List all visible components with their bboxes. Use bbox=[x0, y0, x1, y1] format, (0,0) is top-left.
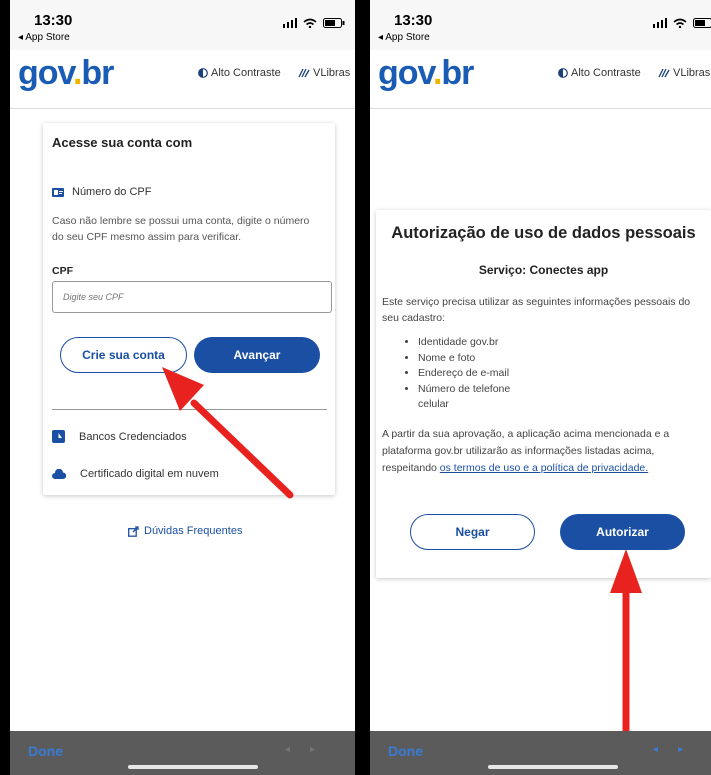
app-header: gov.br Alto Contraste VLibras bbox=[370, 50, 711, 109]
wifi-icon bbox=[303, 18, 317, 28]
cpf-help-text: Caso não lembre se possui uma conta, dig… bbox=[52, 215, 310, 243]
authorization-card: Autorização de uso de dados pessoais Ser… bbox=[376, 210, 711, 578]
high-contrast-toggle[interactable]: Alto Contraste bbox=[558, 67, 641, 79]
status-bar: 13:30 ◂ App Store bbox=[10, 0, 355, 50]
app-header: gov.br Alto Contraste VLibras bbox=[10, 50, 355, 109]
hand-icon bbox=[298, 68, 310, 78]
data-items-list: Identidade gov.br Nome e foto Endereço d… bbox=[398, 335, 558, 413]
status-time: 13:30 bbox=[34, 12, 73, 29]
vlibras-label: VLibras bbox=[313, 67, 351, 79]
home-indicator bbox=[488, 765, 618, 769]
nav-arrows[interactable]: ◂▸ bbox=[653, 744, 703, 755]
contrast-label: Alto Contraste bbox=[571, 67, 641, 79]
red-arrow-annotation bbox=[162, 367, 294, 499]
keyboard-toolbar: Done ◂▸ bbox=[370, 731, 711, 775]
list-item: Endereço de e-mail bbox=[418, 366, 558, 382]
phone-screen-login: 13:30 ◂ App Store gov.br Alto Contraste … bbox=[10, 0, 355, 775]
cloud-icon bbox=[52, 469, 66, 479]
login-content: Acesse sua conta com Número do CPF Caso … bbox=[10, 109, 355, 731]
authorize-button[interactable]: Autorizar bbox=[560, 514, 685, 550]
privacy-terms-link[interactable]: os termos de uso e a política de privaci… bbox=[440, 462, 648, 474]
signal-icon bbox=[653, 18, 667, 28]
battery-icon bbox=[693, 18, 711, 28]
list-item: Identidade gov.br bbox=[418, 335, 558, 351]
high-contrast-toggle[interactable]: Alto Contraste bbox=[198, 67, 281, 79]
gov-br-logo: gov.br bbox=[378, 54, 474, 92]
contrast-icon bbox=[198, 68, 208, 78]
intro-text: Este serviço precisa utilizar as seguint… bbox=[382, 296, 691, 324]
home-indicator bbox=[128, 765, 258, 769]
list-item: Número de telefone celular bbox=[418, 382, 518, 413]
vlibras-toggle[interactable]: VLibras bbox=[298, 67, 350, 79]
cpf-input[interactable] bbox=[52, 281, 332, 313]
done-button[interactable]: Done bbox=[388, 743, 423, 759]
gov-br-logo: gov.br bbox=[18, 54, 114, 92]
hand-icon bbox=[658, 68, 670, 78]
bank-icon bbox=[52, 430, 65, 443]
contrast-icon bbox=[558, 68, 568, 78]
cpf-option-label: Número do CPF bbox=[72, 186, 152, 198]
approval-text: A partir da sua aprovação, a aplicação a… bbox=[382, 428, 670, 474]
status-bar: 13:30 ◂ App Store bbox=[370, 0, 711, 50]
contrast-label: Alto Contraste bbox=[211, 67, 281, 79]
nav-arrows[interactable]: ◂▸ bbox=[285, 744, 335, 755]
vlibras-toggle[interactable]: VLibras bbox=[658, 67, 710, 79]
done-button[interactable]: Done bbox=[28, 743, 63, 759]
authorization-title: Autorização de uso de dados pessoais bbox=[391, 224, 696, 242]
list-item: Nome e foto bbox=[418, 351, 558, 367]
keyboard-toolbar: Done ◂▸ bbox=[10, 731, 355, 775]
wifi-icon bbox=[673, 18, 687, 28]
cpf-label: CPF bbox=[52, 265, 73, 277]
login-title: Acesse sua conta com bbox=[52, 135, 193, 150]
back-to-app-store-link[interactable]: ◂ App Store bbox=[18, 32, 70, 43]
status-icons bbox=[653, 18, 711, 28]
signal-icon bbox=[283, 18, 297, 28]
service-label: Serviço: Conectes app bbox=[478, 263, 609, 277]
red-arrow-annotation bbox=[610, 549, 642, 737]
phone-screen-authorization: 13:30 ◂ App Store gov.br Alto Contraste … bbox=[370, 0, 711, 775]
back-to-app-store-link[interactable]: ◂ App Store bbox=[378, 32, 430, 43]
deny-button[interactable]: Negar bbox=[410, 514, 535, 550]
status-icons bbox=[283, 18, 345, 28]
faq-link[interactable]: Dúvidas Frequentes bbox=[128, 525, 242, 537]
vlibras-label: VLibras bbox=[673, 67, 711, 79]
status-time: 13:30 bbox=[394, 12, 433, 29]
faq-label: Dúvidas Frequentes bbox=[144, 525, 243, 537]
external-link-icon bbox=[128, 525, 139, 537]
cpf-option[interactable]: Número do CPF bbox=[52, 186, 151, 198]
id-card-icon bbox=[52, 187, 64, 197]
battery-icon bbox=[323, 18, 345, 28]
authorization-content: Autorização de uso de dados pessoais Ser… bbox=[370, 109, 711, 737]
